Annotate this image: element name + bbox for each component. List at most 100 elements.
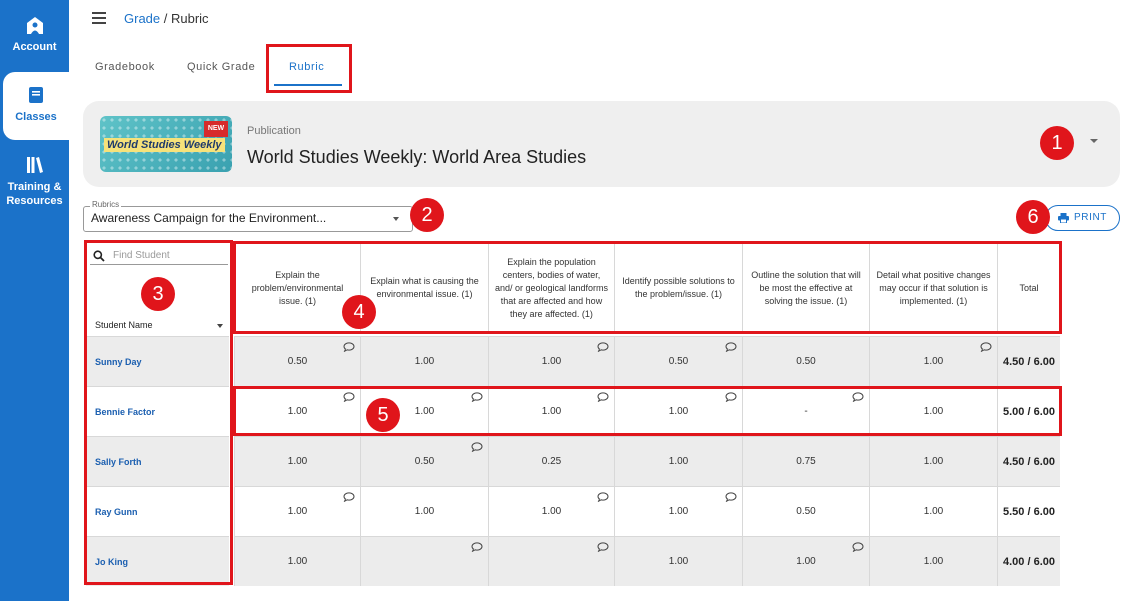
tab-quick-grade[interactable]: Quick Grade (187, 61, 255, 73)
total-value: 5.50 / 6.00 (1003, 505, 1055, 518)
score-cell[interactable] (360, 536, 488, 586)
sidebar-item-label: Account (12, 41, 57, 53)
score-cell[interactable]: 1.00 (488, 336, 614, 386)
annotation-marker: 1 (1040, 126, 1074, 160)
score-cell[interactable] (488, 536, 614, 586)
rubric-select-label: Rubrics (90, 200, 122, 209)
total-value: 4.50 / 6.00 (1003, 355, 1055, 368)
score-cell[interactable]: 0.50 (742, 486, 869, 536)
score-value: 1.00 (923, 506, 944, 517)
book-icon (29, 87, 43, 103)
score-cell[interactable]: 1.00 (360, 336, 488, 386)
score-value: 1.00 (923, 356, 944, 367)
total-cell: 4.50 / 6.00 (997, 336, 1060, 386)
annotation-marker: 5 (366, 398, 400, 432)
comment-icon[interactable] (725, 342, 737, 353)
score-cell[interactable]: 1.00 (869, 486, 997, 536)
score-value: 0.50 (287, 356, 308, 367)
score-cell[interactable]: 1.00 (234, 536, 360, 586)
account-icon (26, 17, 43, 34)
breadcrumb-separator: / (160, 11, 171, 26)
annotation-marker: 3 (141, 277, 175, 311)
score-cell[interactable]: 0.50 (742, 336, 869, 386)
comment-icon[interactable] (597, 342, 609, 353)
score-cell[interactable]: 1.00 (869, 536, 997, 586)
score-value: 0.50 (796, 506, 816, 517)
breadcrumb-grade-link[interactable]: Grade (124, 11, 160, 26)
comment-icon[interactable] (597, 492, 609, 503)
annotation-box-row (233, 386, 1062, 436)
print-icon (1058, 213, 1069, 223)
total-cell: 5.50 / 6.00 (997, 486, 1060, 536)
score-value: 0.50 (414, 456, 435, 467)
score-value: 0.50 (796, 356, 816, 367)
score-value: 0.50 (668, 356, 689, 367)
total-cell: 4.50 / 6.00 (997, 436, 1060, 486)
score-cell[interactable]: 1.00 (614, 436, 742, 486)
sidebar-item-label: Training & Resources (6, 181, 63, 207)
score-cell[interactable]: 1.00 (742, 536, 869, 586)
new-badge: NEW (204, 121, 228, 137)
score-cell[interactable]: 1.00 (360, 486, 488, 536)
annotation-box-rubric-tab (266, 44, 352, 93)
chevron-down-icon (393, 217, 399, 221)
score-cell[interactable]: 0.50 (360, 436, 488, 486)
rubric-select[interactable]: Rubrics Awareness Campaign for the Envir… (83, 200, 413, 232)
score-value: 1.00 (923, 456, 944, 467)
score-value: 1.00 (541, 356, 562, 367)
comment-icon[interactable] (343, 342, 355, 353)
score-cell[interactable]: 0.50 (234, 336, 360, 386)
score-cell[interactable]: 1.00 (234, 486, 360, 536)
annotation-marker: 6 (1016, 200, 1050, 234)
comment-icon[interactable] (980, 342, 992, 353)
sidebar-item-label: Classes (15, 111, 57, 123)
score-cell[interactable]: 1.00 (234, 436, 360, 486)
score-cell[interactable]: 0.75 (742, 436, 869, 486)
score-value: 1.00 (668, 456, 689, 467)
print-button[interactable]: PRINT (1045, 205, 1120, 231)
comment-icon[interactable] (471, 442, 483, 453)
comment-icon[interactable] (597, 542, 609, 553)
rubric-select-value: Awareness Campaign for the Environment..… (91, 211, 327, 225)
tab-gradebook[interactable]: Gradebook (95, 61, 155, 73)
publication-logo: World Studies Weekly (104, 138, 225, 152)
sidebar-item-account[interactable]: Account (0, 14, 69, 54)
score-cell[interactable]: 1.00 (614, 486, 742, 536)
score-value: 1.00 (796, 556, 816, 567)
score-cell[interactable]: 0.50 (614, 336, 742, 386)
score-value: 0.25 (541, 456, 562, 467)
sidebar-item-classes[interactable]: Classes (3, 72, 69, 140)
breadcrumb: Grade / Rubric (124, 11, 209, 26)
publication-label: Publication (247, 125, 301, 137)
app-root: Account Classes Training & Resources Gra… (0, 0, 1128, 601)
annotation-marker: 2 (410, 198, 444, 232)
comment-icon[interactable] (343, 492, 355, 503)
sidebar: Account Classes Training & Resources (0, 0, 69, 601)
total-value: 4.00 / 6.00 (1003, 555, 1055, 568)
score-cell[interactable]: 1.00 (869, 436, 997, 486)
sidebar-item-training[interactable]: Training & Resources (0, 154, 69, 208)
publication-selector[interactable]: NEW World Studies Weekly Publication Wor… (83, 101, 1120, 187)
publication-dropdown-icon[interactable] (1090, 139, 1098, 143)
comment-icon[interactable] (471, 542, 483, 553)
score-value: 1.00 (287, 556, 308, 567)
score-cell[interactable]: 0.25 (488, 436, 614, 486)
score-value: 1.00 (287, 456, 308, 467)
breadcrumb-current: Rubric (170, 11, 209, 26)
annotation-marker: 4 (342, 295, 376, 329)
library-icon (26, 157, 43, 173)
score-value: 1.00 (668, 506, 689, 517)
score-cell[interactable]: 1.00 (488, 486, 614, 536)
score-value: 1.00 (414, 356, 435, 367)
hamburger-menu-icon[interactable] (92, 12, 106, 24)
comment-icon[interactable] (725, 492, 737, 503)
score-value: 1.00 (541, 506, 562, 517)
total-value: 4.50 / 6.00 (1003, 455, 1055, 468)
comment-icon[interactable] (852, 542, 864, 553)
publication-title: World Studies Weekly: World Area Studies (247, 147, 587, 167)
score-value: 1.00 (414, 506, 435, 517)
score-cell[interactable]: 1.00 (614, 536, 742, 586)
score-value: 1.00 (923, 556, 944, 567)
total-cell: 4.00 / 6.00 (997, 536, 1060, 586)
score-cell[interactable]: 1.00 (869, 336, 997, 386)
